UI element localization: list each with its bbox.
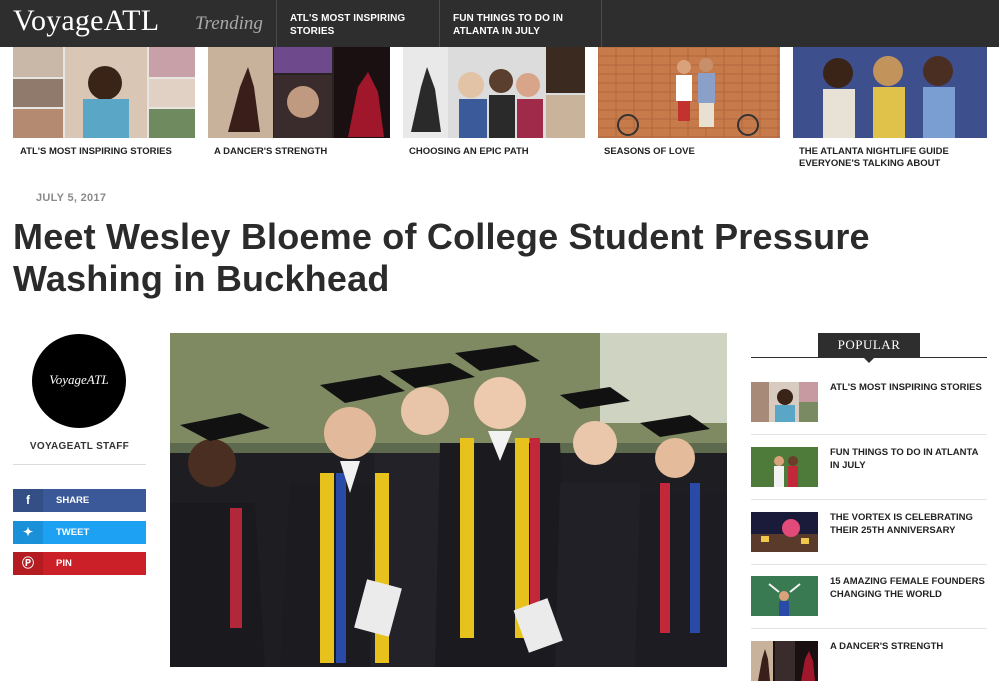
author-avatar[interactable]: VoyageATL — [32, 334, 126, 428]
popular-item-title[interactable]: ATL'S MOST INSPIRING STORIES — [830, 382, 990, 395]
popular-item-thumbnail[interactable] — [751, 512, 818, 552]
popular-item-thumbnail[interactable] — [751, 382, 818, 422]
popular-heading-notch — [863, 357, 875, 363]
popular-divider — [751, 499, 987, 500]
trending-label: Trending — [195, 13, 263, 34]
site-logo[interactable]: VoyageATL — [13, 4, 159, 38]
facebook-share-button[interactable]: f SHARE — [13, 489, 146, 512]
nav-divider — [276, 0, 277, 47]
trending-caption[interactable]: ATL'S MOST INSPIRING STORIES — [20, 146, 202, 158]
trending-tile-dancers-strength[interactable] — [208, 47, 390, 138]
popular-divider — [751, 434, 987, 435]
pinterest-icon: Ⓟ — [13, 552, 43, 575]
share-label: SHARE — [56, 495, 90, 506]
popular-item-thumbnail[interactable] — [751, 641, 818, 681]
nav-divider — [439, 0, 440, 47]
pin-label: PIN — [56, 558, 72, 569]
chalkboard-thumbnail — [751, 576, 818, 616]
trending-caption[interactable]: THE ATLANTA NIGHTLIFE GUIDE EVERYONE'S T… — [799, 146, 979, 170]
tweet-label: TWEET — [56, 527, 90, 538]
top-nav-bar: VoyageATL Trending ATL'S MOST INSPIRING … — [0, 0, 999, 47]
night-building-thumbnail — [751, 512, 818, 552]
women-thumbnail — [793, 47, 987, 138]
trending-caption[interactable]: CHOOSING AN EPIC PATH — [409, 146, 591, 158]
popular-item-thumbnail[interactable] — [751, 576, 818, 616]
popular-item-title[interactable]: THE VORTEX IS CELEBRATING THEIR 25TH ANN… — [830, 512, 990, 537]
author-name[interactable]: VOYAGEATL STAFF — [13, 441, 146, 452]
popular-item-thumbnail[interactable] — [751, 447, 818, 487]
dancer-thumbnail — [751, 641, 818, 681]
trending-tile-seasons-of-love[interactable] — [598, 47, 780, 138]
article-main-photo — [170, 333, 727, 667]
pinterest-pin-button[interactable]: Ⓟ PIN — [13, 552, 146, 575]
trending-caption[interactable]: A DANCER'S STRENGTH — [214, 146, 396, 158]
trending-tile-inspiring-stories[interactable] — [13, 47, 195, 138]
graduates-photo — [170, 333, 727, 667]
couple-thumbnail — [598, 47, 780, 138]
popular-item-title[interactable]: FUN THINGS TO DO IN ATLANTA IN JULY — [830, 447, 990, 472]
popular-divider — [751, 564, 987, 565]
article-title: Meet Wesley Bloeme of College Student Pr… — [13, 216, 870, 299]
twitter-icon: ✦ — [13, 521, 43, 544]
facebook-icon: f — [13, 489, 43, 512]
collage-thumbnail — [751, 382, 818, 422]
dancer-thumbnail — [208, 47, 390, 138]
popular-item-title[interactable]: A DANCER'S STRENGTH — [830, 641, 990, 654]
nav-link-things-to-do[interactable]: FUN THINGS TO DO IN ATLANTA IN JULY — [453, 12, 583, 38]
trending-tile-epic-path[interactable] — [403, 47, 585, 138]
popular-item-title[interactable]: 15 AMAZING FEMALE FOUNDERS CHANGING THE … — [830, 576, 990, 601]
avatar-logo-text: VoyageATL — [49, 372, 109, 387]
collage-thumbnail — [13, 47, 195, 138]
author-divider — [13, 464, 146, 465]
park-thumbnail — [751, 447, 818, 487]
nav-divider — [601, 0, 602, 47]
nav-link-inspiring-stories[interactable]: ATL'S MOST INSPIRING STORIES — [290, 12, 420, 38]
popular-divider — [751, 628, 987, 629]
people-thumbnail — [403, 47, 585, 138]
trending-tile-nightlife-guide[interactable] — [793, 47, 987, 138]
article-date: JULY 5, 2017 — [36, 192, 107, 204]
popular-heading: POPULAR — [818, 333, 920, 357]
trending-caption[interactable]: SEASONS OF LOVE — [604, 146, 786, 158]
twitter-tweet-button[interactable]: ✦ TWEET — [13, 521, 146, 544]
